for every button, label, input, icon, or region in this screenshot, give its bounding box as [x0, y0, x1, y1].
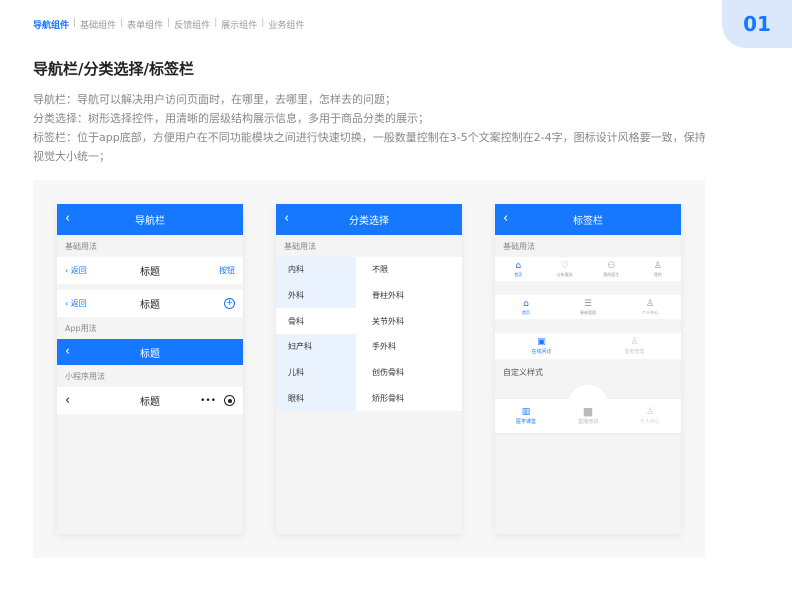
navbar-header-title: 导航栏	[135, 216, 165, 227]
navbar-basic-row2: ‹ 返回 标题 +	[57, 290, 243, 317]
tabbar-four: ⌂ 首页 ♡ 分析服务 ⚇ 我的医生 ♙ 我的	[495, 257, 681, 281]
subcategory-item[interactable]: 手外科	[356, 334, 462, 360]
back-chevron-icon[interactable]: ‹	[65, 211, 70, 226]
tab-mine[interactable]: ♙ 我的	[635, 257, 682, 281]
tab-profile[interactable]: ♙ 个人中心	[619, 295, 681, 319]
breadcrumb-form-components[interactable]: 表单组件	[127, 18, 163, 31]
breadcrumb-basic-components[interactable]: 基础组件	[80, 18, 116, 31]
page-title: 导航栏/分类选择/标签栏	[33, 60, 194, 78]
category-selector: 内科 外科 骨科 妇产科 儿科 眼科 不限 脊柱外科 关节外科 手外科 创伤骨科…	[276, 257, 462, 412]
tabbar-header: ‹ 标签栏	[495, 204, 681, 235]
description-category: 分类选择：树形选择控件，用清晰的层级结构展示信息，多用于商品分类的展示；	[33, 112, 429, 125]
capsule-close-icon[interactable]	[224, 395, 235, 406]
breadcrumb-feedback-components[interactable]: 反馈组件	[174, 18, 210, 31]
custom-tabbar: ▥ 医学课堂 ■ 直播培训 ♙ 个人中心	[495, 385, 681, 433]
navbar-header: ‹ 导航栏	[57, 204, 243, 235]
section-basic-label: 基础用法	[284, 242, 316, 251]
section-basic-label: 基础用法	[65, 242, 97, 251]
group-icon: ⚇	[607, 260, 616, 271]
section-mini-label: 小程序用法	[65, 372, 105, 381]
back-chevron-icon[interactable]: ‹	[65, 344, 70, 359]
tabbar-three: ⌂ 首页 ☰ 患者管理 ♙ 个人中心	[495, 295, 681, 319]
category-item[interactable]: 儿科	[276, 359, 356, 386]
breadcrumb: 导航组件 | 基础组件 | 表单组件 | 反馈组件 | 展示组件 | 业务组件	[33, 18, 305, 31]
category-item[interactable]: 内科	[276, 257, 356, 283]
heart-icon: ♡	[560, 260, 569, 271]
category-item[interactable]: 外科	[276, 282, 356, 309]
more-dots-icon[interactable]: •••	[200, 396, 216, 406]
back-link[interactable]: ‹ 返回	[65, 298, 87, 309]
user-icon: ♙	[653, 260, 662, 271]
back-chevron-icon[interactable]: ‹	[284, 211, 289, 226]
description-tabbar: 标签栏：位于app底部，方便用户在不同功能模块之间进行快速切换，一般数量控制在3…	[33, 131, 706, 163]
navbar-basic-row1: ‹ 返回 标题 按钮	[57, 257, 243, 284]
category-item[interactable]: 眼科	[276, 385, 356, 412]
app-navbar-title: 标题	[140, 348, 160, 360]
home-icon: ⌂	[523, 298, 529, 309]
navbar-phone: ‹ 导航栏 基础用法 ‹ 返回 标题 按钮 ‹ 返回 标题 + App用法 ‹ …	[57, 204, 243, 534]
category-item[interactable]: 妇产科	[276, 334, 356, 360]
showcase-panel: ‹ 导航栏 基础用法 ‹ 返回 标题 按钮 ‹ 返回 标题 + App用法 ‹ …	[33, 180, 705, 558]
list-icon: ☰	[583, 298, 593, 309]
video-icon: ■	[582, 405, 594, 418]
tab-consult[interactable]: ▣ 在线问诊	[495, 333, 588, 359]
tabbar-two: ▣ 在线问诊 ♙ 患者管理	[495, 333, 681, 359]
category-phone: ‹ 分类选择 基础用法 内科 外科 骨科 妇产科 儿科 眼科 不限 脊柱外科 关…	[276, 204, 462, 534]
subcategory-item[interactable]: 矫形骨科	[356, 385, 462, 411]
description-navbar: 导航栏：导航可以解决用户访问页面时，在哪里，去哪里，怎样去的问题；	[33, 93, 396, 106]
tab-home[interactable]: ⌂ 首页	[495, 257, 542, 281]
page-number: 01	[722, 0, 792, 48]
breadcrumb-nav-components[interactable]: 导航组件	[33, 18, 69, 31]
tab-home[interactable]: ⌂ 首页	[495, 295, 557, 319]
home-icon: ⌂	[515, 260, 522, 271]
tab-service[interactable]: ♡ 分析服务	[542, 257, 589, 281]
category-header-title: 分类选择	[349, 216, 389, 227]
book-icon: ▥	[521, 407, 531, 417]
breadcrumb-display-components[interactable]: 展示组件	[221, 18, 257, 31]
category-list: 内科 外科 骨科 妇产科 儿科 眼科	[276, 257, 356, 412]
description: 导航栏：导航可以解决用户访问页面时，在哪里，去哪里，怎样去的问题； 分类选择：树…	[33, 90, 713, 166]
back-chevron-icon[interactable]: ‹	[503, 211, 508, 226]
tab-doctor[interactable]: ⚇ 我的医生	[588, 257, 635, 281]
action-button[interactable]: 按钮	[219, 265, 235, 276]
section-custom-label: 自定义样式	[503, 368, 543, 377]
subcategory-item[interactable]: 不限	[356, 257, 462, 283]
back-chevron-icon[interactable]: ‹	[65, 393, 70, 408]
tab-patients[interactable]: ☰ 患者管理	[557, 295, 619, 319]
subcategory-item[interactable]: 关节外科	[356, 308, 462, 334]
plus-circle-icon[interactable]: +	[224, 298, 235, 309]
subcategory-list: 不限 脊柱外科 关节外科 手外科 创伤骨科 矫形骨科	[356, 257, 462, 412]
user-icon: ♙	[645, 298, 655, 309]
user-icon: ♙	[645, 407, 655, 417]
tabbar-phone: ‹ 标签栏 基础用法 ⌂ 首页 ♡ 分析服务 ⚇ 我的医生 ♙ 我的 ⌂ 首页 …	[495, 204, 681, 534]
tab-live[interactable]: ■ 直播培训	[557, 399, 619, 433]
back-link[interactable]: ‹ 返回	[65, 265, 87, 276]
breadcrumb-business-components[interactable]: 业务组件	[268, 18, 304, 31]
tab-patients[interactable]: ♙ 患者管理	[588, 333, 681, 359]
tabbar-header-title: 标签栏	[573, 216, 603, 227]
subcategory-item[interactable]: 脊柱外科	[356, 283, 462, 309]
app-navbar: ‹ 标题	[57, 339, 243, 365]
tab-course[interactable]: ▥ 医学课堂	[495, 399, 557, 433]
section-app-label: App用法	[65, 324, 97, 333]
tab-profile[interactable]: ♙ 个人中心	[619, 399, 681, 433]
user-icon: ♙	[630, 337, 639, 347]
subcategory-item[interactable]: 创伤骨科	[356, 360, 462, 386]
chat-icon: ▣	[537, 337, 546, 347]
category-item-selected[interactable]: 骨科	[276, 308, 356, 335]
category-header: ‹ 分类选择	[276, 204, 462, 235]
section-basic-label: 基础用法	[503, 242, 535, 251]
mini-program-navbar: ‹ 标题 •••	[57, 387, 243, 414]
